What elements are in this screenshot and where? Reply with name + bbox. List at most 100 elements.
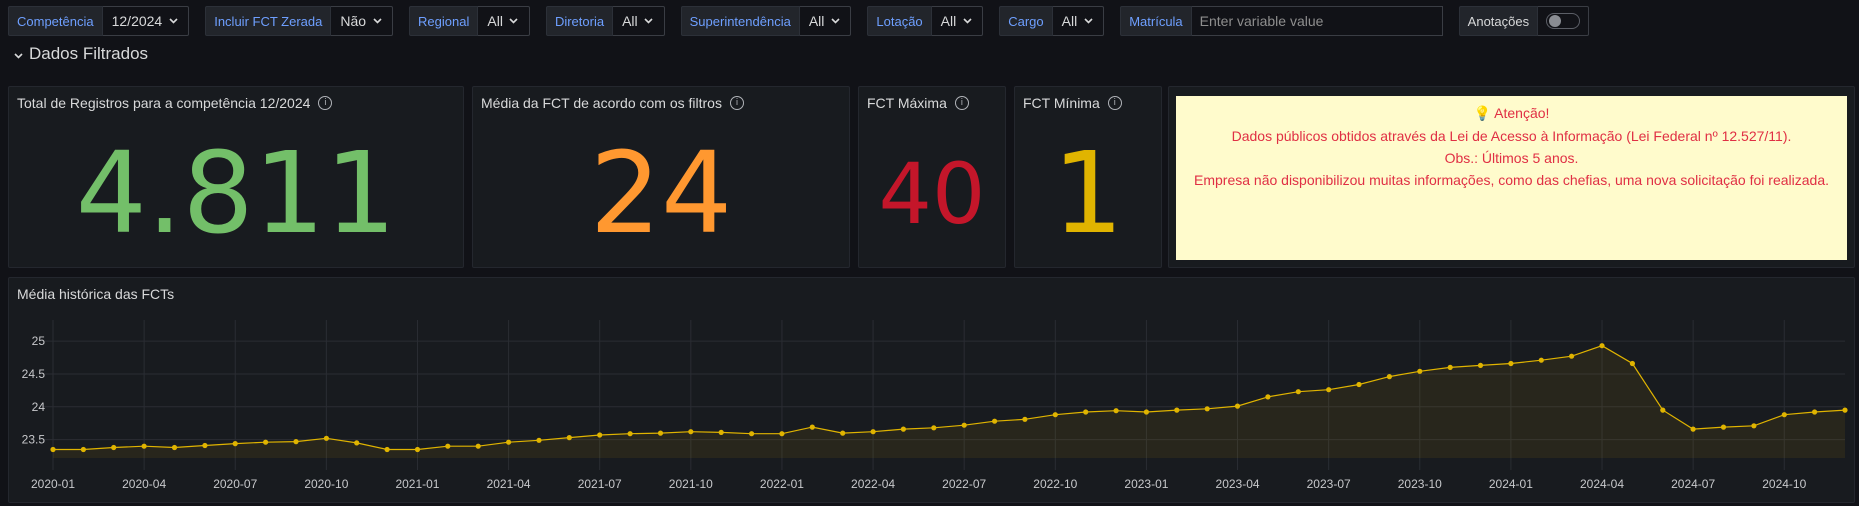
- data-point: [900, 426, 907, 432]
- data-point: [1356, 381, 1362, 388]
- chevron-down-icon: [509, 16, 519, 26]
- data-point: [1083, 409, 1089, 415]
- data-point: [1447, 364, 1453, 370]
- data-point: [1386, 374, 1392, 380]
- panel-fct-minima: FCT Mínima i 1: [1014, 86, 1162, 268]
- data-point: [1842, 407, 1848, 413]
- data-point: [232, 441, 238, 447]
- data-point: [718, 429, 724, 435]
- superintendencia-select[interactable]: All: [799, 6, 852, 36]
- data-point: [1812, 409, 1818, 415]
- panel-title: Total de Registros para a competência 12…: [17, 95, 333, 111]
- data-point: [1295, 389, 1301, 395]
- data-point: [475, 443, 481, 449]
- data-point: [263, 439, 269, 445]
- data-point: [293, 439, 299, 445]
- x-tick-label: 2023-01: [1124, 477, 1168, 491]
- data-point: [1265, 394, 1271, 400]
- var-cargo-label: Cargo: [999, 6, 1053, 36]
- data-point: [1781, 412, 1787, 418]
- notice-line: Obs.: Últimos 5 anos.: [1444, 150, 1579, 166]
- info-icon[interactable]: i: [729, 96, 744, 110]
- x-tick-label: 2022-07: [942, 477, 986, 491]
- panel-media-fct: Média da FCT de acordo com os filtros i …: [472, 86, 850, 268]
- stat-value-media: 24: [589, 129, 733, 259]
- data-point: [1022, 416, 1028, 422]
- row-title: Dados Filtrados: [29, 44, 149, 63]
- x-tick-label: 2023-07: [1307, 477, 1351, 491]
- x-tick-label: 2020-01: [31, 477, 75, 491]
- series-area: [53, 345, 1845, 458]
- data-point: [779, 431, 785, 437]
- data-point: [1508, 360, 1514, 367]
- cargo-select[interactable]: All: [1052, 6, 1105, 36]
- incluir-fct-select[interactable]: Não: [331, 6, 394, 36]
- data-point: [597, 432, 603, 438]
- x-tick-label: 2022-10: [1033, 477, 1077, 491]
- var-competencia-label: Competência: [8, 6, 103, 36]
- chevron-down-icon: [372, 16, 382, 26]
- data-point: [1720, 424, 1727, 430]
- notice-heading-text: Atenção!: [1494, 105, 1550, 121]
- lotacao-select[interactable]: All: [931, 6, 984, 36]
- stat-value-maxima: 40: [878, 145, 986, 243]
- panel-title: FCT Mínima i: [1023, 95, 1122, 111]
- panel-title-text: Média da FCT de acordo com os filtros: [481, 95, 722, 111]
- stat-value-total: 4.811: [75, 129, 397, 259]
- data-point: [961, 422, 967, 428]
- y-tick-label: 24.5: [22, 367, 46, 381]
- info-icon[interactable]: i: [1107, 96, 1122, 110]
- diretoria-select[interactable]: All: [613, 6, 665, 36]
- data-point: [931, 425, 937, 431]
- data-point: [171, 444, 178, 451]
- var-superintendencia-label: Superintendência: [680, 6, 800, 36]
- x-tick-label: 2024-10: [1762, 477, 1806, 491]
- competencia-select[interactable]: 12/2024: [102, 6, 190, 36]
- info-icon[interactable]: i: [318, 96, 333, 110]
- notice-heading: 💡 Atenção!: [1186, 102, 1837, 125]
- data-point: [1174, 407, 1180, 413]
- data-point: [1690, 426, 1696, 432]
- line-chart[interactable]: 23.5 24 24.5 25 2020-01 2020-04 2020-07 2020-10…: [9, 278, 1854, 502]
- lotacao-value: All: [940, 13, 957, 29]
- data-point: [445, 443, 451, 449]
- y-tick-label: 23.5: [22, 433, 46, 447]
- cargo-value: All: [1061, 13, 1078, 29]
- notice-line: Empresa não disponibilizou muitas inform…: [1194, 172, 1829, 188]
- x-tick-label: 2023-10: [1398, 477, 1442, 491]
- regional-select[interactable]: All: [478, 6, 530, 36]
- var-regional: Regional All: [409, 6, 530, 36]
- panel-total-registros: Total de Registros para a competência 12…: [8, 86, 464, 268]
- x-tick-label: 2021-01: [395, 477, 439, 491]
- info-icon[interactable]: i: [954, 96, 969, 110]
- notice-line: Dados públicos obtidos através da Lei de…: [1231, 128, 1792, 144]
- data-point: [809, 424, 815, 430]
- data-point: [1538, 357, 1544, 363]
- var-cargo: Cargo All: [999, 6, 1105, 36]
- lightbulb-icon: 💡: [1473, 106, 1492, 122]
- var-regional-label: Regional: [409, 6, 479, 36]
- data-point: [1477, 362, 1484, 368]
- annotations-toggle-group: Anotações: [1458, 6, 1590, 36]
- superintendencia-value: All: [808, 13, 825, 29]
- data-point: [992, 418, 998, 424]
- annotations-label: Anotações: [1458, 6, 1539, 36]
- x-tick-label: 2020-10: [304, 477, 348, 491]
- x-tick-label: 2023-04: [1216, 477, 1260, 491]
- panel-title-text: FCT Mínima: [1023, 95, 1100, 111]
- panel-media-historica: Média histórica das FCTs 23.5 24 24.5 25 202…: [8, 277, 1855, 503]
- chevron-down-icon: [830, 16, 840, 26]
- matricula-input[interactable]: [1191, 6, 1443, 36]
- data-point: [1326, 387, 1332, 393]
- annotations-toggle-box: [1538, 6, 1590, 36]
- data-point: [80, 446, 86, 453]
- data-point: [688, 429, 694, 435]
- data-point: [536, 437, 542, 443]
- x-tick-label: 2024-04: [1580, 477, 1624, 491]
- row-collapse-toggle[interactable]: Dados Filtrados: [14, 44, 148, 64]
- panel-title: Média da FCT de acordo com os filtros i: [481, 95, 744, 111]
- data-point: [1234, 403, 1241, 409]
- data-point: [384, 446, 390, 453]
- regional-value: All: [487, 13, 503, 29]
- annotations-toggle[interactable]: [1546, 13, 1581, 29]
